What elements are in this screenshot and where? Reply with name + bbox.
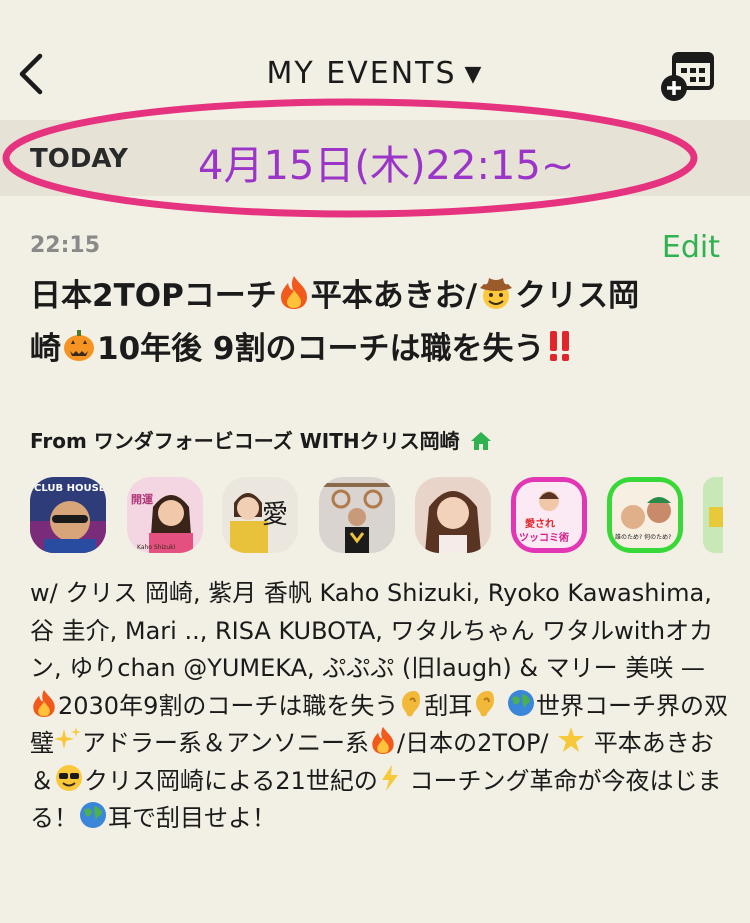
speaker-avatars: CLUB HOUSE 開運 Kaho Shizuki 愛 愛され ツッコミ術 誰… xyxy=(30,477,750,559)
jack-o-lantern-icon xyxy=(64,330,94,361)
avatar-speaker-4[interactable] xyxy=(319,477,395,553)
description-part-3: 刮耳 xyxy=(424,691,473,720)
avatar-speaker-7[interactable]: 誰のため? 何のため? xyxy=(607,477,683,553)
description-part-2: 2030年9割のコーチは職を失う xyxy=(58,691,399,720)
lightning-icon xyxy=(381,764,398,791)
avatar-6-label-2: ツッコミ術 xyxy=(519,531,569,544)
glowing-star-icon xyxy=(558,727,585,752)
avatar-1-label: CLUB HOUSE xyxy=(34,483,106,494)
avatar-2-name: Kaho Shizuki xyxy=(137,544,176,551)
description-part-9: クリス岡崎による21世紀の xyxy=(84,766,378,795)
event-title[interactable]: 日本2TOPコーチ 平本あきお/クリス岡崎 10年後 9割のコーチは職を失う xyxy=(30,270,640,376)
avatar-speaker-1[interactable]: CLUB HOUSE xyxy=(30,477,106,553)
avatar-speaker-3[interactable]: 愛 xyxy=(222,477,298,553)
sunglasses-face-icon xyxy=(56,764,82,791)
house-icon xyxy=(470,432,491,450)
speaker-1-image: CLUB HOUSE xyxy=(30,477,106,553)
speaker-4-image xyxy=(319,477,395,553)
description-part-7: /日本の2TOP/ xyxy=(397,729,557,757)
highlight-ellipse xyxy=(2,98,698,218)
globe-icon xyxy=(508,689,534,716)
avatar-6-label: 愛され xyxy=(525,517,555,530)
description-part-1: w/ クリス 岡崎, 紫月 香帆 Kaho Shizuki, Ryoko Kaw… xyxy=(30,579,714,682)
fire-icon xyxy=(372,726,394,754)
avatar-7-label: 誰のため? 何のため? xyxy=(615,533,671,541)
description-part-11: 耳で刮目せよ！ xyxy=(108,804,276,832)
ear-icon xyxy=(402,690,421,716)
title-part-2: 平本あきお/ xyxy=(310,278,478,314)
edit-button[interactable]: Edit xyxy=(662,230,720,265)
fire-icon xyxy=(280,276,307,309)
from-text: From ワンダフォービコーズ WITHクリス岡崎 xyxy=(30,429,460,453)
page-title[interactable]: MY EVENTS ▼ xyxy=(0,56,750,91)
speaker-2-image: 開運 Kaho Shizuki xyxy=(127,477,203,553)
caret-down-icon: ▼ xyxy=(464,62,484,87)
title-part-4: 10年後 9割のコーチは職を失う xyxy=(97,331,545,367)
cowboy-face-icon xyxy=(480,278,513,309)
avatar-speaker-5[interactable] xyxy=(415,477,491,553)
speaker-8-image xyxy=(703,477,723,553)
event-time: 22:15 xyxy=(30,233,101,258)
speaker-7-image: 誰のため? 何のため? xyxy=(607,477,683,553)
title-part-1: 日本2TOPコーチ xyxy=(30,278,277,314)
avatar-speaker-6[interactable]: 愛され ツッコミ術 xyxy=(511,477,587,553)
fire-icon xyxy=(33,689,55,717)
club-link[interactable]: From ワンダフォービコーズ WITHクリス岡崎 xyxy=(30,425,492,454)
double-exclamation-icon xyxy=(549,331,569,361)
avatar-2-label: 開運 xyxy=(131,493,154,506)
sparkles-icon xyxy=(54,727,81,749)
event-description: w/ クリス 岡崎, 紫月 香帆 Kaho Shizuki, Ryoko Kaw… xyxy=(30,575,730,838)
description-part-6: アドラー系＆アンソニー系 xyxy=(82,729,370,757)
speaker-5-image xyxy=(415,477,491,553)
avatar-speaker-2[interactable]: 開運 Kaho Shizuki xyxy=(127,477,203,553)
avatar-3-label: 愛 xyxy=(262,500,288,530)
speaker-6-image: 愛され ツッコミ術 xyxy=(511,477,587,553)
avatar-speaker-8-partial[interactable] xyxy=(703,477,723,553)
ear-icon xyxy=(476,690,495,716)
page-title-text: MY EVENTS xyxy=(266,56,457,91)
globe-icon xyxy=(80,802,106,828)
speaker-3-image: 愛 xyxy=(222,477,298,553)
